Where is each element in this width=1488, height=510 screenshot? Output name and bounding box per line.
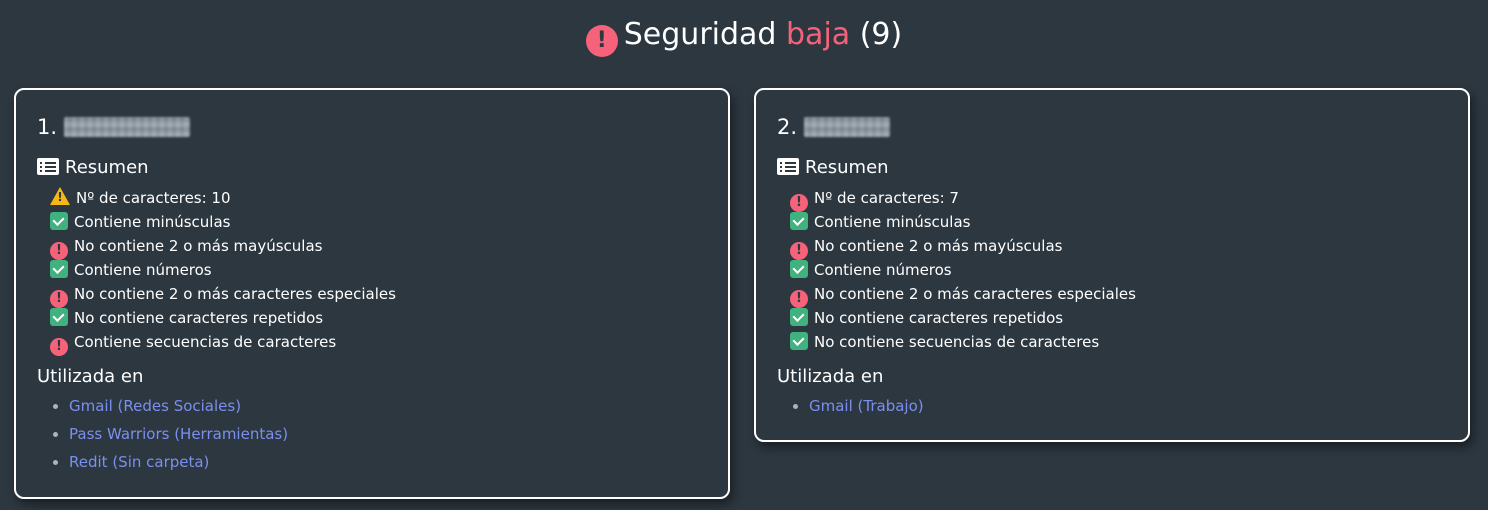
used-in-link[interactable]: Redit (Sin carpeta) (69, 453, 209, 471)
check-item: ! No contiene 2 o más mayúsculas (50, 234, 708, 260)
check-text: Contiene minúsculas (814, 213, 971, 231)
alert-icon: ! (50, 338, 68, 356)
check-text: No contiene secuencias de caracteres (814, 333, 1100, 351)
check-text: Nº de caracteres: 7 (814, 189, 959, 207)
check-item: ! Nº de caracteres: 7 (790, 186, 1448, 212)
blurred-password (803, 117, 890, 137)
used-in-link[interactable]: Pass Warriors (Herramientas) (69, 425, 288, 443)
password-number: 2. (777, 115, 798, 139)
password-card-1: 1. Resumen Nº de caracteres: 10 Contiene… (14, 88, 730, 499)
alert-icon: ! (585, 25, 618, 57)
used-in-list: Gmail (Redes Sociales) Pass Warriors (He… (37, 392, 708, 476)
password-title: 2. (777, 112, 1448, 144)
check-list: ! Nº de caracteres: 7 Contiene minúsculas… (790, 186, 1448, 354)
check-item: ! Contiene secuencias de caracteres (50, 330, 708, 356)
used-in-item: Pass Warriors (Herramientas) (69, 420, 708, 448)
check-item: ! No contiene 2 o más caracteres especial… (50, 282, 708, 308)
check-text: Contiene secuencias de caracteres (74, 333, 337, 351)
check-item: Contiene números (50, 258, 708, 282)
check-icon (790, 212, 808, 230)
check-list: Nº de caracteres: 10 Contiene minúsculas… (50, 186, 708, 356)
password-count: (9) (859, 17, 903, 52)
used-in-item: Gmail (Redes Sociales) (69, 392, 708, 420)
check-text: No contiene 2 o más caracteres especiale… (74, 285, 396, 303)
summary-heading: Resumen (37, 156, 708, 182)
check-item: Contiene minúsculas (790, 210, 1448, 234)
used-in-item: Gmail (Trabajo) (809, 392, 1448, 420)
used-in-heading: Utilizada en (37, 366, 144, 387)
check-icon (50, 212, 68, 230)
check-text: No contiene caracteres repetidos (74, 309, 324, 327)
check-icon (50, 260, 68, 278)
security-header: ! Seguridad baja (9) (0, 17, 1488, 57)
used-in-link[interactable]: Gmail (Redes Sociales) (69, 397, 241, 415)
check-icon (790, 332, 808, 350)
security-level: baja (786, 17, 851, 52)
used-in-link[interactable]: Gmail (Trabajo) (809, 397, 924, 415)
used-in-list: Gmail (Trabajo) (777, 392, 1448, 420)
check-text: No contiene 2 o más mayúsculas (814, 237, 1063, 255)
summary-label: Resumen (65, 157, 149, 178)
list-icon (37, 158, 59, 175)
check-item: No contiene caracteres repetidos (790, 306, 1448, 330)
password-title: 1. (37, 112, 708, 144)
blurred-password (63, 117, 190, 137)
check-icon (50, 308, 68, 326)
check-item: Contiene números (790, 258, 1448, 282)
page: !Seguridad baja (9) 1. Resumen Nº de car… (0, 0, 1488, 510)
used-in-heading: Utilizada en (777, 366, 884, 387)
summary-heading: Resumen (777, 156, 1448, 182)
summary-label: Resumen (805, 157, 889, 178)
check-text: No contiene caracteres repetidos (814, 309, 1064, 327)
check-item: ! No contiene 2 o más caracteres especial… (790, 282, 1448, 308)
check-text: No contiene 2 o más caracteres especiale… (814, 285, 1136, 303)
check-icon (790, 260, 808, 278)
check-icon (790, 308, 808, 326)
list-icon (777, 158, 799, 175)
check-item: No contiene caracteres repetidos (50, 306, 708, 330)
check-text: Contiene números (814, 261, 952, 279)
header-prefix: Seguridad (623, 17, 777, 52)
check-item: No contiene secuencias de caracteres (790, 330, 1448, 354)
check-item: Contiene minúsculas (50, 210, 708, 234)
used-in-item: Redit (Sin carpeta) (69, 448, 708, 476)
check-text: Contiene minúsculas (74, 213, 231, 231)
password-number: 1. (37, 115, 58, 139)
check-text: Nº de caracteres: 10 (76, 189, 231, 207)
check-item: ! No contiene 2 o más mayúsculas (790, 234, 1448, 260)
password-card-2: 2. Resumen ! Nº de caracteres: 7 Contiene… (754, 88, 1470, 442)
check-item: Nº de caracteres: 10 (50, 186, 708, 210)
check-text: No contiene 2 o más mayúsculas (74, 237, 323, 255)
check-text: Contiene números (74, 261, 212, 279)
warning-icon (50, 187, 70, 205)
